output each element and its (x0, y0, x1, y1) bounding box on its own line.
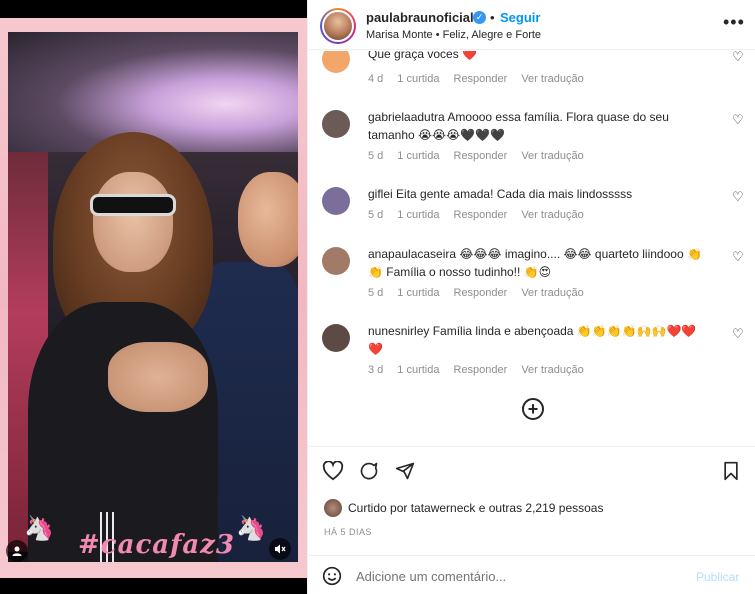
comment-age[interactable]: 5 d (368, 209, 383, 221)
post-date[interactable]: HÁ 5 DIAS (324, 527, 372, 537)
comment-input[interactable] (356, 566, 676, 586)
comment-age[interactable]: 4 d (368, 73, 383, 85)
emoji-icon[interactable] (322, 566, 342, 591)
comment-age[interactable]: 5 d (368, 150, 383, 162)
comment-translate-button[interactable]: Ver tradução (521, 364, 583, 376)
comments-list[interactable]: Que graça vocês ❤️ 4 d 1 curtida Respond… (308, 51, 755, 445)
comment-likes[interactable]: 1 curtida (397, 364, 439, 376)
post-actions-bar (308, 446, 755, 498)
unicorn-sticker-left: 🦄 (24, 515, 54, 542)
comment-reply-button[interactable]: Responder (454, 287, 508, 299)
post-audio-subtitle[interactable]: Marisa Monte • Feliz, Alegre e Forte (366, 29, 541, 41)
hashtag-overlay: #cacafaz3 (78, 530, 236, 560)
post-photo (8, 32, 298, 562)
bookmark-icon[interactable] (722, 461, 740, 487)
liker-avatar[interactable] (324, 499, 342, 517)
comment-body: Eita gente amada! Cada dia mais lindosss… (396, 187, 633, 201)
comment-likes[interactable]: 1 curtida (397, 287, 439, 299)
comment-text: gabrielaadutra Amoooo essa família. Flor… (368, 108, 708, 144)
comment-avatar[interactable] (322, 187, 350, 215)
header-separator: • (490, 10, 495, 25)
comment-text: anapaulacaseira 😂😂😂 imagino.... 😂😂 quart… (368, 245, 708, 281)
comment-likes[interactable]: 1 curtida (397, 209, 439, 221)
comment-avatar[interactable] (322, 324, 350, 352)
likes-summary[interactable]: Curtido por tatawerneck e outras 2,219 p… (308, 497, 755, 519)
heart-icon[interactable] (322, 460, 344, 487)
comment-meta: 5 d 1 curtida Responder Ver tradução (368, 150, 584, 162)
comment-reply-button[interactable]: Responder (454, 73, 508, 85)
comment-text: giflei Eita gente amada! Cada dia mais l… (368, 185, 708, 203)
comment-meta: 3 d 1 curtida Responder Ver tradução (368, 364, 584, 376)
comment-reply-button[interactable]: Responder (454, 150, 508, 162)
more-options-icon[interactable]: ••• (723, 12, 745, 33)
comment-translate-button[interactable]: Ver tradução (521, 73, 583, 85)
comment-translate-button[interactable]: Ver tradução (521, 209, 583, 221)
comment-like-icon[interactable]: ♡ (732, 112, 744, 128)
author-username[interactable]: paulabraunoficial (366, 10, 474, 25)
follow-button[interactable]: Seguir (500, 10, 540, 25)
comment-reply-button[interactable]: Responder (454, 364, 508, 376)
comment-like-icon[interactable]: ♡ (732, 326, 744, 342)
comment-meta: 4 d 1 curtida Responder Ver tradução (368, 73, 584, 85)
comment-icon[interactable] (358, 461, 380, 487)
verified-badge-icon: ✓ (473, 11, 486, 24)
likes-text[interactable]: Curtido por tatawerneck e outras 2,219 p… (348, 501, 603, 515)
comment-likes[interactable]: 1 curtida (397, 150, 439, 162)
share-icon[interactable] (394, 461, 416, 487)
comment-translate-button[interactable]: Ver tradução (521, 287, 583, 299)
photo-ceiling-lights (8, 32, 298, 152)
add-comment-bar: Publicar (308, 555, 755, 594)
comment-age[interactable]: 3 d (368, 364, 383, 376)
comment-username[interactable]: anapaulacaseira (368, 247, 456, 261)
comment-age[interactable]: 5 d (368, 287, 383, 299)
author-avatar[interactable] (320, 8, 356, 44)
publish-button[interactable]: Publicar (696, 570, 739, 584)
comment-meta: 5 d 1 curtida Responder Ver tradução (368, 287, 584, 299)
comment-text: Que graça vocês ❤️ (368, 51, 708, 63)
comment-like-icon[interactable]: ♡ (732, 189, 744, 205)
photo-frame (0, 18, 307, 578)
photo-girl-face (93, 172, 173, 272)
post-panel: paulabraunoficial ✓ • Seguir Marisa Mont… (307, 0, 755, 594)
post-header: paulabraunoficial ✓ • Seguir Marisa Mont… (308, 0, 755, 50)
mute-icon[interactable] (269, 538, 291, 560)
tagged-users-icon[interactable] (6, 540, 28, 562)
comment-translate-button[interactable]: Ver tradução (521, 150, 583, 162)
post-media[interactable]: 🦄 #cacafaz3 🦄 (0, 0, 307, 594)
comment-username[interactable]: gabrielaadutra (368, 110, 445, 124)
comment-text: nunesnirley Família linda e abençoada 👏👏… (368, 322, 708, 358)
comment-username[interactable]: giflei (368, 187, 393, 201)
photo-man-face (238, 172, 298, 267)
plus-circle-icon[interactable]: + (522, 398, 544, 420)
photo-sunglasses (90, 194, 176, 216)
comment-likes[interactable]: 1 curtida (397, 73, 439, 85)
comment-like-icon[interactable]: ♡ (732, 51, 744, 65)
comment-reply-button[interactable]: Responder (454, 209, 508, 221)
photo-hands (108, 342, 208, 412)
comment-like-icon[interactable]: ♡ (732, 249, 744, 265)
comment-avatar[interactable] (322, 110, 350, 138)
comment-meta: 5 d 1 curtida Responder Ver tradução (368, 209, 584, 221)
comment-avatar[interactable] (322, 51, 350, 73)
unicorn-sticker-right: 🦄 (236, 515, 266, 542)
comment-username[interactable]: nunesnirley (368, 324, 429, 338)
comment-body: Que graça vocês ❤️ (368, 51, 477, 61)
comment-avatar[interactable] (322, 247, 350, 275)
